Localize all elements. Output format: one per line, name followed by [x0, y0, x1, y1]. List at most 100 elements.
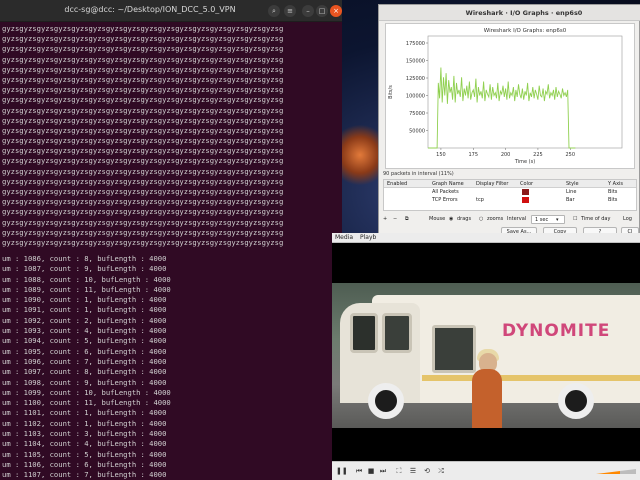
graph-name: TCP Errors	[432, 197, 458, 203]
terminal-line: gyzsgyzsgyzsgyzsgyzsgyzsgyzsgyzsgyzsgyzs…	[2, 44, 284, 54]
fullscreen-icon[interactable]: ⛶	[394, 466, 404, 476]
drags-radio[interactable]: ◉	[449, 216, 453, 222]
terminal-log-line: um : 1093, count : 4, bufLength : 4000	[2, 326, 167, 336]
graph-table[interactable]: Enabled Graph Name Display Filter Color …	[383, 179, 637, 211]
terminal-log-line: um : 1098, count : 9, bufLength : 4000	[2, 377, 167, 387]
header-display-filter: Display Filter	[476, 181, 509, 187]
terminal-line: gyzsgyzsgyzsgyzsgyzsgyzsgyzsgyzsgyzsgyzs…	[2, 217, 284, 227]
terminal-log-line: um : 1094, count : 5, bufLength : 4000	[2, 336, 167, 346]
graph-y-axis[interactable]: Bits	[608, 197, 636, 203]
terminal-line: gyzsgyzsgyzsgyzsgyzsgyzsgyzsgyzsgyzsgyzs…	[2, 54, 284, 64]
menu-icon[interactable]: ≡	[284, 5, 296, 17]
x-tick-label: 175	[468, 152, 478, 158]
video-controls: ❚❚ ⏮ ■ ⏭ ⛶ ☰ ⟲ ⤮	[332, 461, 640, 480]
table-row[interactable]: TCP Errors tcp Bar Bits	[384, 196, 636, 204]
terminal-line: gyzsgyzsgyzsgyzsgyzsgyzsgyzsgyzsgyzsgyzs…	[2, 85, 284, 95]
pause-icon[interactable]: ❚❚	[336, 466, 348, 476]
terminal-title: dcc-sg@dcc: ~/Desktop/ION_DCC_5.0_VPN	[64, 5, 236, 14]
wireshark-titlebar[interactable]: Wireshark · I/O Graphs · enp6s0	[379, 5, 640, 21]
graph-name: All Packets	[432, 189, 459, 195]
stop-icon[interactable]: ■	[366, 466, 376, 476]
wallpaper-nebula	[340, 120, 380, 190]
menu-playback[interactable]: Playb	[360, 234, 376, 241]
terminal-line: gyzsgyzsgyzsgyzsgyzsgyzsgyzsgyzsgyzsgyzs…	[2, 74, 284, 84]
terminal-line: gyzsgyzsgyzsgyzsgyzsgyzsgyzsgyzsgyzsgyzs…	[2, 146, 284, 156]
color-swatch[interactable]	[522, 197, 529, 203]
truck-window	[432, 325, 476, 373]
terminal-line: gyzsgyzsgyzsgyzsgyzsgyzsgyzsgyzsgyzsgyzs…	[2, 197, 284, 207]
y-tick-label: 175000	[406, 41, 425, 47]
terminal-log-line: um : 1104, count : 4, bufLength : 4000	[2, 439, 167, 449]
terminal-log-line: um : 1088, count : 10, bufLength : 4000	[2, 274, 171, 284]
menu-media[interactable]: Media	[335, 234, 353, 241]
add-graph-icon[interactable]: +	[383, 216, 387, 222]
y-tick-label: 125000	[406, 76, 425, 82]
mouse-label: Mouse	[429, 216, 446, 222]
terminal-line: gyzsgyzsgyzsgyzsgyzsgyzsgyzsgyzsgyzsgyzs…	[2, 95, 284, 105]
x-tick-label: 250	[565, 152, 575, 158]
interval-label: Interval	[507, 216, 527, 222]
io-graph-plot[interactable]: Wireshark I/O Graphs: enp6s0 50000 75000 10…	[385, 23, 635, 169]
zooms-radio[interactable]: ○	[479, 216, 483, 222]
interval-value: 1 sec	[535, 217, 549, 223]
terminal-line: gyzsgyzsgyzsgyzsgyzsgyzsgyzsgyzsgyzsgyzs…	[2, 227, 284, 237]
terminal-log-line: um : 1086, count : 8, bufLength : 4000	[2, 254, 167, 263]
truck-wheel	[368, 383, 404, 419]
terminal-titlebar[interactable]: dcc-sg@dcc: ~/Desktop/ION_DCC_5.0_VPN ⌕ …	[0, 0, 342, 22]
truck-stripe	[422, 375, 640, 381]
header-color: Color	[520, 181, 534, 187]
playlist-icon[interactable]: ☰	[408, 466, 418, 476]
terminal-log-line: um : 1107, count : 7, bufLength : 4000	[2, 470, 167, 480]
display-filter[interactable]: tcp	[476, 197, 516, 203]
remove-graph-icon[interactable]: −	[393, 216, 397, 222]
terminal-pattern-block: gyzsgyzsgyzsgyzsgyzsgyzsgyzsgyzsgyzsgyzs…	[2, 24, 342, 248]
table-row[interactable]: All Packets Line Bits	[384, 188, 636, 196]
search-icon[interactable]: ⌕	[268, 5, 280, 17]
close-icon[interactable]: ×	[330, 5, 342, 17]
time-of-day-checkbox[interactable]: ☐	[573, 216, 577, 222]
video-frame[interactable]: DYNOMITE	[332, 283, 640, 428]
y-tick-label: 75000	[409, 111, 425, 117]
minimize-icon[interactable]: –	[302, 5, 314, 17]
terminal-line: gyzsgyzsgyzsgyzsgyzsgyzsgyzsgyzsgyzsgyzs…	[2, 105, 284, 115]
wireshark-io-graph-window[interactable]: Wireshark · I/O Graphs · enp6s0 Wireshar…	[378, 4, 640, 240]
graph-toolbar: + − ⧉ Mouse ◉ drags ○ zooms Interval 1 s…	[383, 215, 637, 224]
terminal-line: gyzsgyzsgyzsgyzsgyzsgyzsgyzsgyzsgyzsgyzs…	[2, 136, 284, 146]
copy-graph-icon[interactable]: ⧉	[405, 216, 409, 222]
zooms-label: zooms	[487, 216, 504, 222]
truck-wheel	[558, 383, 594, 419]
x-tick-label: 200	[501, 152, 511, 158]
x-tick-label: 150	[436, 152, 446, 158]
prev-icon[interactable]: ⏮	[354, 466, 364, 476]
y-tick-label: 150000	[406, 58, 425, 64]
interval-select[interactable]: 1 sec ▾	[531, 215, 565, 224]
log-scale-label[interactable]: Log	[623, 216, 632, 222]
terminal-log-line: um : 1102, count : 1, bufLength : 4000	[2, 418, 167, 428]
video-player-window[interactable]: Media Playb DYNOMITE ❚❚ ⏮ ■ ⏭ ⛶ ☰ ⟲ ⤮	[332, 233, 640, 480]
y-tick-label: 100000	[406, 93, 425, 99]
terminal-log-line: um : 1101, count : 1, bufLength : 4000	[2, 408, 167, 418]
y-tick-label: 50000	[409, 128, 425, 134]
graph-style[interactable]: Bar	[566, 197, 596, 203]
terminal-line: gyzsgyzsgyzsgyzsgyzsgyzsgyzsgyzsgyzsgyzs…	[2, 125, 284, 135]
x-tick-label: 225	[533, 152, 543, 158]
volume-slider[interactable]	[596, 469, 636, 474]
terminal-window[interactable]: dcc-sg@dcc: ~/Desktop/ION_DCC_5.0_VPN ⌕ …	[0, 0, 342, 480]
terminal-log-line: um : 1091, count : 1, bufLength : 4000	[2, 305, 167, 315]
next-icon[interactable]: ⏭	[378, 466, 388, 476]
header-y-axis: Y Axis	[608, 181, 624, 187]
terminal-output[interactable]: gyzsgyzsgyzsgyzsgyzsgyzsgyzsgyzsgyzsgyzs…	[0, 24, 342, 480]
person-figure	[472, 369, 502, 428]
color-swatch[interactable]	[522, 189, 529, 195]
terminal-line: gyzsgyzsgyzsgyzsgyzsgyzsgyzsgyzsgyzsgyzs…	[2, 24, 284, 33]
graph-style[interactable]: Line	[566, 189, 596, 195]
graph-table-header: Enabled Graph Name Display Filter Color …	[384, 180, 636, 188]
loop-icon[interactable]: ⟲	[422, 466, 432, 476]
terminal-log-line: um : 1089, count : 11, bufLength : 4000	[2, 284, 171, 294]
graph-y-axis[interactable]: Bits	[608, 189, 636, 195]
terminal-log-line: um : 1099, count : 10, bufLength : 4000	[2, 387, 171, 397]
maximize-icon[interactable]: □	[316, 5, 328, 17]
shuffle-icon[interactable]: ⤮	[436, 466, 446, 476]
truck-logo: DYNOMITE	[502, 321, 611, 341]
terminal-log-line: um : 1100, count : 11, bufLength : 4000	[2, 398, 171, 408]
